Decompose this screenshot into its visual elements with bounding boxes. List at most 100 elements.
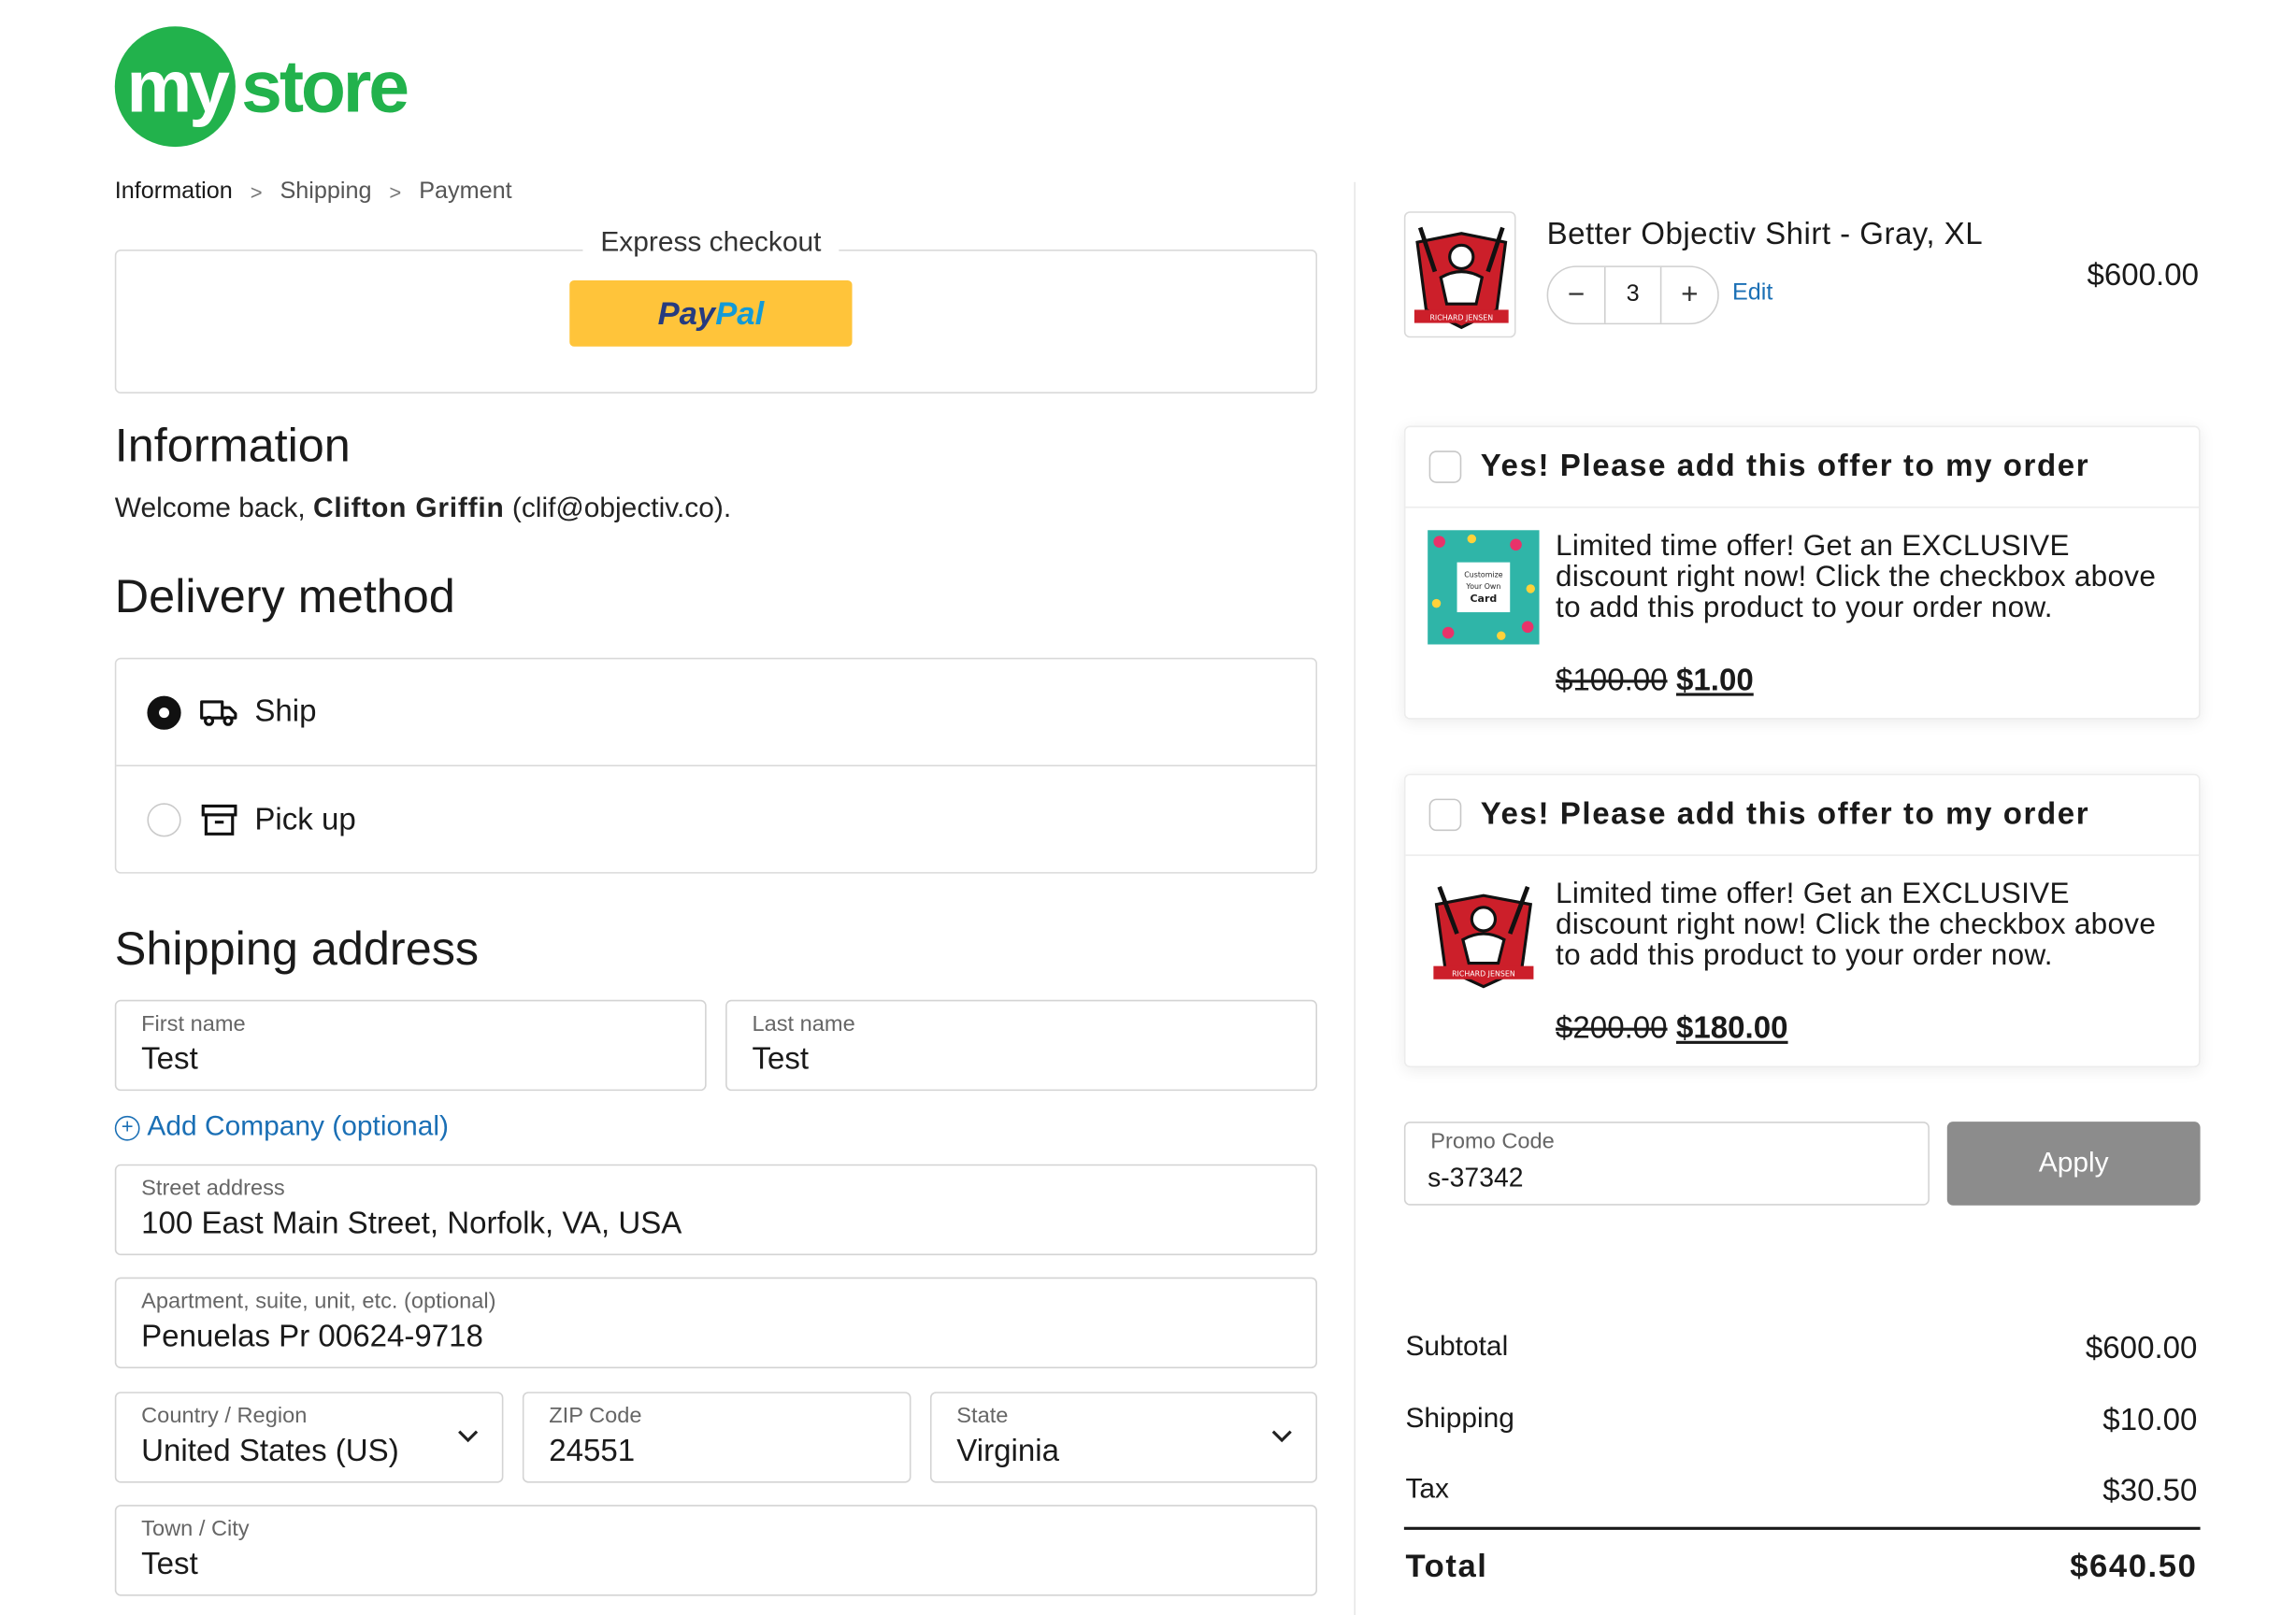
paypal-button[interactable]: Pay Pal (569, 280, 853, 347)
column-divider (1354, 181, 1356, 1615)
card-caption-line-2: Your Own (1465, 582, 1500, 591)
first-name-label: First name (141, 1011, 246, 1037)
logo-store-text: store (241, 45, 409, 128)
breadcrumb-shipping[interactable]: Shipping (280, 179, 371, 206)
product-thumbnail: RICHARD JENSEN (1403, 211, 1516, 338)
add-company-link[interactable]: + Add Company (optional) (114, 1111, 449, 1144)
subtotal-row: Subtotal $600.00 (1405, 1332, 2197, 1367)
country-select[interactable]: Country / Region United States (US) (114, 1392, 504, 1483)
apartment-value: Penuelas Pr 00624-9718 (141, 1320, 483, 1354)
breadcrumb-payment[interactable]: Payment (419, 179, 511, 206)
offer-1-header[interactable]: Yes! Please add this offer to my order (1405, 427, 2200, 508)
last-name-field[interactable]: Last name Test (725, 999, 1317, 1092)
zip-code-field[interactable]: ZIP Code 24551 (522, 1392, 911, 1483)
subtotal-label: Subtotal (1405, 1331, 1509, 1363)
card-caption-line-1: Customize (1464, 570, 1502, 579)
state-label: State (956, 1403, 1009, 1429)
shirt-graphic: RICHARD JENSEN (1433, 885, 1534, 989)
last-name-label: Last name (752, 1011, 855, 1037)
product-price: $600.00 (2087, 258, 2200, 293)
checkout-page: my store Information > Shipping > Paymen… (0, 0, 2296, 1615)
first-name-value: Test (141, 1042, 198, 1077)
street-address-field[interactable]: Street address 100 East Main Street, Nor… (114, 1164, 1317, 1256)
offer-2-image: RICHARD JENSEN (1428, 878, 1540, 993)
total-divider (1403, 1526, 2201, 1530)
card-caption-line-3: Card (1470, 593, 1497, 605)
street-address-label: Street address (141, 1176, 285, 1201)
upsell-offer-1: Yes! Please add this offer to my order C… (1403, 425, 2201, 720)
thumbnail-caption: RICHARD JENSEN (1429, 313, 1493, 322)
plus-circle-icon: + (114, 1115, 140, 1140)
offer-2-new-price: $180.00 (1676, 1011, 1788, 1046)
shipping-row: Shipping $10.00 (1405, 1404, 2197, 1439)
state-select[interactable]: State Virginia (929, 1392, 1317, 1483)
upsell-offer-2: Yes! Please add this offer to my order R… (1403, 773, 2201, 1068)
archive-box-icon (201, 804, 237, 836)
apartment-label: Apartment, suite, unit, etc. (optional) (141, 1289, 496, 1314)
street-address-value: 100 East Main Street, Norfolk, VA, USA (141, 1207, 682, 1241)
add-company-label: Add Company (optional) (147, 1111, 449, 1143)
country-value: United States (US) (141, 1434, 399, 1468)
offer-1-image: Customize Your Own Card (1428, 530, 1540, 645)
ship-radio[interactable] (147, 694, 181, 729)
apartment-field[interactable]: Apartment, suite, unit, etc. (optional) … (114, 1277, 1317, 1369)
offer-2-old-price: $200.00 (1556, 1011, 1668, 1046)
city-label: Town / City (141, 1516, 250, 1542)
apply-promo-button[interactable]: Apply (1946, 1122, 2201, 1206)
express-checkout-title: Express checkout (582, 227, 839, 261)
first-name-field[interactable]: First name Test (114, 999, 707, 1092)
paypal-logo-pal: Pal (715, 293, 765, 332)
increase-qty-button[interactable]: + (1661, 279, 1717, 312)
tax-label: Tax (1405, 1474, 1450, 1506)
city-value: Test (141, 1547, 198, 1581)
quantity-stepper: − 3 + (1546, 265, 1719, 325)
last-name-value: Test (752, 1042, 810, 1077)
pickup-radio[interactable] (147, 803, 181, 837)
delivery-options: Ship Pick up (114, 657, 1317, 874)
information-heading: Information (114, 418, 351, 472)
offer-2-checkbox[interactable] (1428, 798, 1462, 832)
shipping-address-heading: Shipping address (114, 922, 480, 976)
offer-2-header[interactable]: Yes! Please add this offer to my order (1405, 775, 2200, 856)
total-value: $640.50 (2070, 1547, 2198, 1585)
breadcrumb-chevron-icon: > (389, 180, 402, 205)
promo-code-value: s-37342 (1428, 1163, 1524, 1193)
country-label: Country / Region (141, 1403, 308, 1429)
logo-my-text: my (126, 45, 230, 128)
breadcrumb: Information > Shipping > Payment (115, 179, 512, 206)
quantity-value[interactable]: 3 (1603, 266, 1662, 323)
paypal-logo-pay: Pay (657, 293, 716, 332)
customer-email: (clif@objectiv.co). (511, 493, 732, 524)
chevron-down-icon (1271, 1430, 1292, 1443)
edit-item-link[interactable]: Edit (1732, 280, 1772, 307)
offer-1-old-price: $100.00 (1556, 664, 1668, 698)
product-title: Better Objectiv Shirt - Gray, XL (1546, 217, 1984, 251)
mystore-logo[interactable]: my store (114, 26, 409, 150)
welcome-text: Welcome back, Clifton Griffin (clif@obje… (115, 493, 731, 526)
state-value: Virginia (956, 1434, 1059, 1468)
breadcrumb-chevron-icon: > (250, 180, 263, 205)
delivery-method-heading: Delivery method (114, 569, 455, 623)
ship-label: Ship (254, 694, 317, 729)
decrease-qty-button[interactable]: − (1548, 279, 1604, 312)
offer-1-checkbox[interactable] (1428, 450, 1462, 483)
welcome-prefix: Welcome back, (114, 493, 314, 524)
offer-1-prices: $100.00 $1.00 (1556, 664, 1754, 699)
offer-1-description: Limited time offer! Get an EXCLUSIVE dis… (1556, 530, 2157, 624)
customer-name: Clifton Griffin (313, 493, 505, 524)
promo-code-label: Promo Code (1430, 1129, 1555, 1154)
city-field[interactable]: Town / City Test (114, 1505, 1317, 1596)
offer-1-title: Yes! Please add this offer to my order (1480, 449, 2090, 483)
zip-code-label: ZIP Code (549, 1403, 642, 1429)
offer-2-image-caption: RICHARD JENSEN (1452, 970, 1515, 979)
offer-2-prices: $200.00 $180.00 (1556, 1011, 1787, 1047)
offer-1-new-price: $1.00 (1676, 664, 1754, 698)
offer-2-title: Yes! Please add this offer to my order (1480, 796, 2090, 832)
breadcrumb-information[interactable]: Information (115, 179, 233, 206)
delivery-option-pickup[interactable]: Pick up (116, 766, 1315, 874)
subtotal-value: $600.00 (2085, 1331, 2198, 1365)
delivery-option-ship[interactable]: Ship (116, 659, 1316, 767)
card-graphic: Customize Your Own Card (1428, 530, 1540, 645)
promo-code-field[interactable]: Promo Code s-37342 (1403, 1122, 1930, 1206)
total-label: Total (1405, 1547, 1488, 1585)
